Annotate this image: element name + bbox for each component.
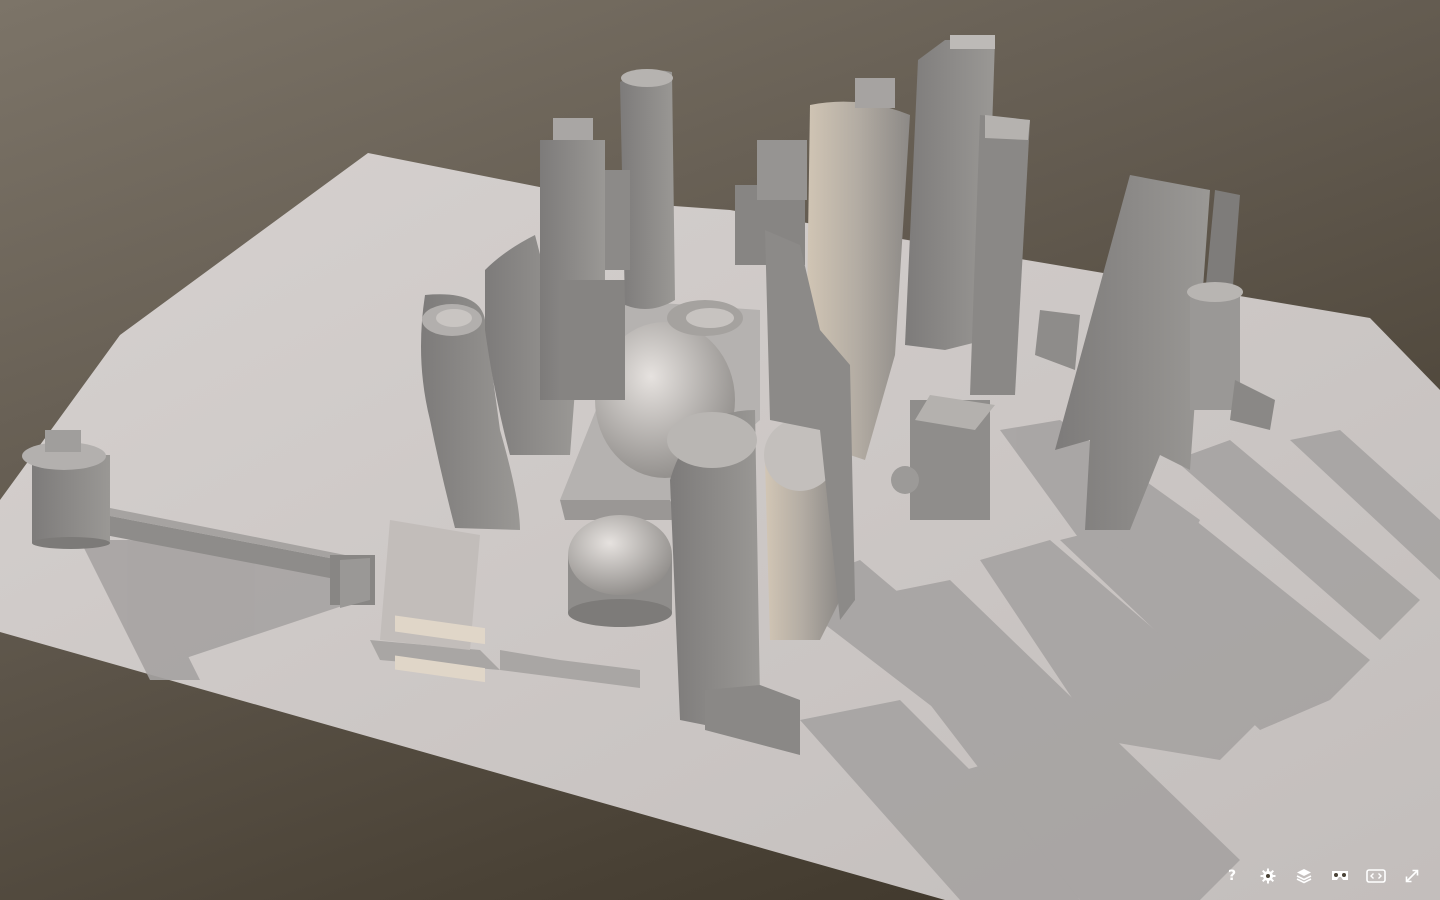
left-round-tower xyxy=(22,430,110,549)
vr-headset-icon xyxy=(1332,871,1348,880)
round-dome-building xyxy=(568,515,672,627)
fullscreen-icon xyxy=(1405,869,1419,883)
viewer-controls: ? xyxy=(1214,862,1430,890)
vr-button[interactable] xyxy=(1322,862,1358,890)
settings-button[interactable] xyxy=(1250,862,1286,890)
question-mark-icon: ? xyxy=(1227,868,1237,884)
layers-button[interactable] xyxy=(1286,862,1322,890)
embed-code-icon xyxy=(1366,869,1386,883)
layers-icon xyxy=(1296,869,1312,884)
gear-icon xyxy=(1260,868,1276,884)
fullscreen-button[interactable] xyxy=(1394,862,1430,890)
model-viewer[interactable]: ? xyxy=(0,0,1440,900)
help-button[interactable]: ? xyxy=(1214,862,1250,890)
embed-button[interactable] xyxy=(1358,862,1394,890)
3d-scene-canvas[interactable] xyxy=(0,0,1440,900)
twin-tall-towers xyxy=(905,35,1030,395)
